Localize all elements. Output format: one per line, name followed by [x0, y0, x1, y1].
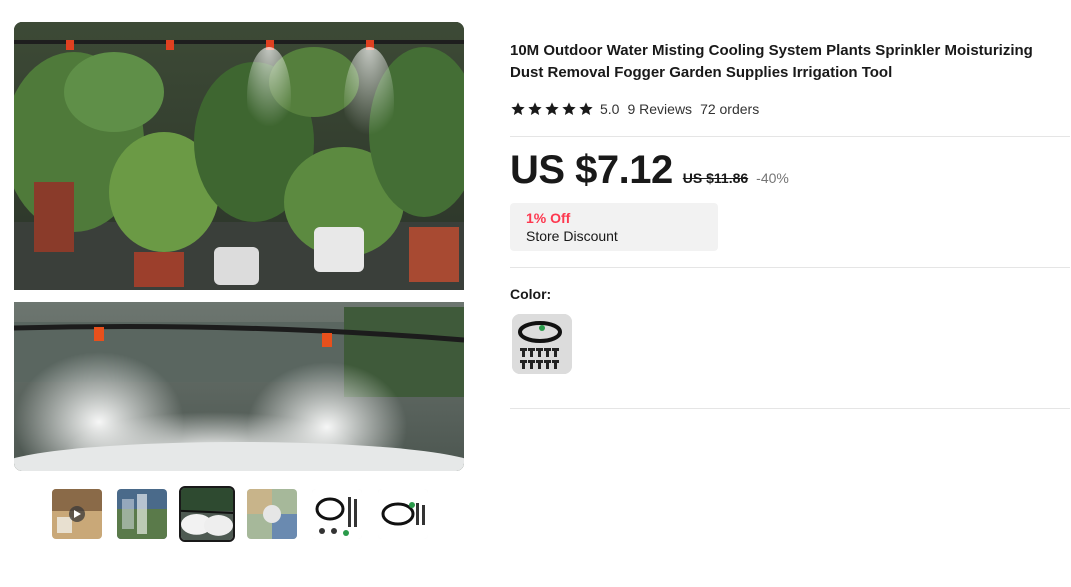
- orders-count: 72 orders: [700, 101, 760, 117]
- color-label: Color:: [510, 286, 552, 302]
- thumbnail-4[interactable]: [247, 489, 297, 539]
- thumbnail-2[interactable]: [117, 489, 167, 539]
- star-icon: [511, 102, 525, 115]
- star-icon: [562, 102, 576, 115]
- main-product-image[interactable]: [14, 22, 464, 471]
- discount-off-label: 1% Off: [526, 210, 571, 226]
- thumbnail-video[interactable]: [52, 489, 102, 539]
- misting-kit-swatch: [512, 314, 572, 374]
- divider: [510, 267, 1070, 268]
- current-price: US $7.12: [510, 148, 673, 192]
- store-discount-box[interactable]: 1% Off Store Discount: [510, 203, 718, 251]
- thumbnail-5[interactable]: [312, 489, 362, 539]
- store-discount-label: Store Discount: [526, 228, 618, 244]
- color-option-swatch[interactable]: [512, 314, 572, 374]
- star-rating: [510, 101, 594, 117]
- reviews-link[interactable]: 9 Reviews: [627, 101, 692, 117]
- rating-row: 5.0 9 Reviews 72 orders: [510, 99, 759, 119]
- original-price: US $11.86: [682, 170, 749, 186]
- thumbnail-strip: [52, 486, 442, 542]
- star-icon: [528, 102, 542, 115]
- rating-value: 5.0: [600, 101, 620, 117]
- star-icon: [545, 102, 559, 115]
- product-title: 10M Outdoor Water Misting Cooling System…: [510, 42, 1033, 81]
- price-row: US $7.12 US $11.86 -40%: [510, 148, 789, 198]
- divider: [510, 408, 1070, 409]
- discount-percent: -40%: [756, 170, 789, 186]
- divider: [510, 136, 1070, 137]
- star-icon: [579, 102, 593, 115]
- garden-misting-photo: [14, 22, 464, 471]
- thumbnail-3[interactable]: [179, 486, 235, 542]
- thumbnail-6[interactable]: [378, 489, 428, 539]
